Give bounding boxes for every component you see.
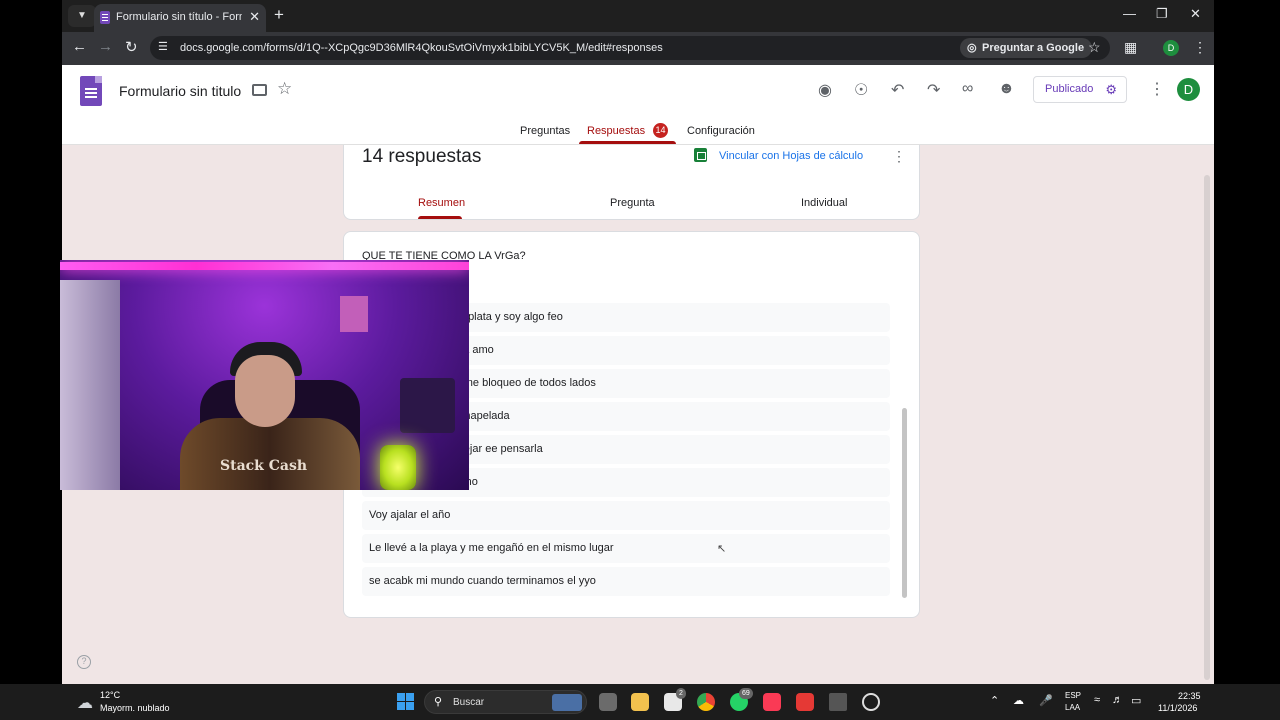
published-label: Publicado <box>1045 83 1094 95</box>
whatsapp-badge: 69 <box>739 688 753 699</box>
streamer-jacket <box>180 418 360 490</box>
background-fridge <box>60 280 120 490</box>
search-label: Buscar <box>453 697 485 708</box>
tab-respuestas[interactable]: Respuestas <box>587 125 645 137</box>
clock-date[interactable]: 11/1/2026 <box>1158 703 1197 713</box>
answer-item: se acabk mi mundo cuando terminamos el y… <box>362 567 890 596</box>
forward-icon[interactable]: → <box>98 38 113 55</box>
mouse-cursor-icon: ↖ <box>717 543 727 555</box>
undo-icon[interactable]: ↶ <box>891 80 904 100</box>
bookmark-star-icon[interactable]: ☆ <box>1088 39 1101 56</box>
add-collaborator-icon[interactable]: ☻ <box>998 80 1015 98</box>
browser-tab[interactable]: Formulario sin título - Formular ✕ <box>94 4 266 32</box>
responses-count-badge: 14 <box>653 123 668 138</box>
wifi-icon[interactable]: ≈ <box>1094 694 1100 706</box>
sheets-icon[interactable] <box>694 148 707 162</box>
search-icon: ⚲ <box>434 696 443 708</box>
file-explorer-icon[interactable] <box>631 693 649 711</box>
screen: ▼ Formulario sin título - Formular ✕ + —… <box>0 0 1280 720</box>
folder-icon[interactable] <box>252 84 267 96</box>
url-text[interactable]: docs.google.com/forms/d/1Q--XCpQgc9D36Ml… <box>180 42 663 54</box>
tab-search-chevron-icon[interactable]: ▼ <box>68 5 96 27</box>
more-options-icon[interactable]: ⋮ <box>1149 79 1165 99</box>
tab-preguntas[interactable]: Preguntas <box>520 125 570 137</box>
obs-icon[interactable] <box>829 693 847 711</box>
battery-icon[interactable]: ▭ <box>1131 694 1141 707</box>
user-avatar[interactable]: D <box>1177 78 1200 101</box>
chrome-menu-icon[interactable]: ⋮ <box>1193 39 1207 56</box>
browser-tab-title: Formulario sin título - Formular <box>116 11 242 23</box>
chrome-taskbar-icon[interactable] <box>697 693 715 711</box>
link-sheets-button[interactable]: Vincular con Hojas de cálculo <box>719 150 863 162</box>
redo-icon[interactable]: ↷ <box>927 80 940 100</box>
led-light-strip <box>60 262 469 270</box>
preview-eye-icon[interactable]: ☉ <box>854 80 868 100</box>
answer-list-scrollbar[interactable] <box>902 408 907 598</box>
search-highlight-image <box>552 694 582 711</box>
taskbar-search[interactable]: ⚲ Buscar <box>424 690 587 714</box>
publish-settings-icon: ⚙ <box>1105 82 1117 97</box>
active-tab-indicator <box>579 141 676 144</box>
help-icon[interactable]: ? <box>77 655 91 669</box>
palette-icon[interactable]: ◉ <box>818 80 832 100</box>
tab-configuracion[interactable]: Configuración <box>687 125 755 137</box>
close-window-icon[interactable]: ✕ <box>1190 6 1201 22</box>
link-icon[interactable]: ∞ <box>962 80 973 98</box>
weather-description[interactable]: Mayorm. nublado <box>100 703 170 713</box>
task-view-icon[interactable] <box>599 693 617 711</box>
tab-strip: ▼ Formulario sin título - Formular ✕ + —… <box>62 0 1214 32</box>
clock-time[interactable]: 22:35 <box>1178 691 1201 701</box>
subtab-individual[interactable]: Individual <box>801 197 847 209</box>
glowing-lamp <box>380 445 416 490</box>
form-title[interactable]: Formulario sin titulo <box>119 83 241 99</box>
active-subtab-indicator <box>418 216 462 219</box>
forms-logo-icon[interactable] <box>80 76 102 106</box>
responses-more-icon[interactable]: ⋮ <box>892 148 906 165</box>
wall-poster <box>340 296 368 332</box>
streamer-head <box>235 355 295 427</box>
new-tab-icon[interactable]: + <box>274 5 284 25</box>
language-indicator[interactable]: ESP <box>1065 691 1081 700</box>
onedrive-icon[interactable]: ☁ <box>1013 694 1024 707</box>
keyboard-layout-indicator[interactable]: LAA <box>1065 703 1080 712</box>
tray-overflow-icon[interactable]: ⌃ <box>990 694 999 707</box>
close-tab-icon[interactable]: ✕ <box>249 9 260 25</box>
windows-start-icon[interactable] <box>397 693 414 710</box>
page-scrollbar[interactable] <box>1204 175 1210 680</box>
subtab-pregunta[interactable]: Pregunta <box>610 197 655 209</box>
subtab-resumen[interactable]: Resumen <box>418 197 465 209</box>
site-info-icon[interactable]: ☰ <box>158 40 168 53</box>
response-count-heading: 14 respuestas <box>362 146 482 167</box>
responses-summary-card: 14 respuestas Vincular con Hojas de cálc… <box>343 145 920 220</box>
star-icon[interactable]: ☆ <box>277 79 292 99</box>
browser-toolbar: ← → ↻ ☰ docs.google.com/forms/d/1Q--XCpQ… <box>62 32 1214 65</box>
store-badge: 2 <box>676 688 686 699</box>
reload-icon[interactable]: ↻ <box>125 38 138 56</box>
answer-item: Le llevé a la playa y me engañó en el mi… <box>362 534 890 563</box>
steam-icon[interactable] <box>862 693 880 711</box>
profile-avatar[interactable]: D <box>1163 40 1179 56</box>
published-button[interactable]: Publicado ⚙ <box>1033 76 1127 103</box>
background-furniture <box>400 378 455 433</box>
minimize-icon[interactable]: — <box>1123 6 1136 21</box>
microphone-icon[interactable]: 🎤 <box>1039 694 1053 707</box>
restore-icon[interactable]: ❐ <box>1156 6 1168 22</box>
recorder-icon[interactable] <box>796 693 814 711</box>
address-bar[interactable]: ☰ docs.google.com/forms/d/1Q--XCpQgc9D36… <box>150 36 1110 60</box>
weather-cloud-icon[interactable]: ☁ <box>77 693 93 713</box>
jacket-lettering: Stack Cash <box>220 458 308 474</box>
music-icon[interactable] <box>763 693 781 711</box>
extensions-icon[interactable]: ▦ <box>1124 39 1137 56</box>
forms-header: Formulario sin titulo ☆ ◉ ☉ ↶ ↷ ∞ ☻ Publ… <box>62 65 1214 145</box>
forms-favicon-icon <box>100 11 110 24</box>
webcam-overlay: Stack Cash <box>60 260 469 490</box>
answer-item: Voy ajalar el año <box>362 501 890 530</box>
back-icon[interactable]: ← <box>72 38 87 55</box>
volume-icon[interactable]: ♬ <box>1112 694 1123 706</box>
weather-temperature[interactable]: 12°C <box>100 690 120 700</box>
ask-google-button[interactable]: Preguntar a Google <box>960 38 1093 58</box>
